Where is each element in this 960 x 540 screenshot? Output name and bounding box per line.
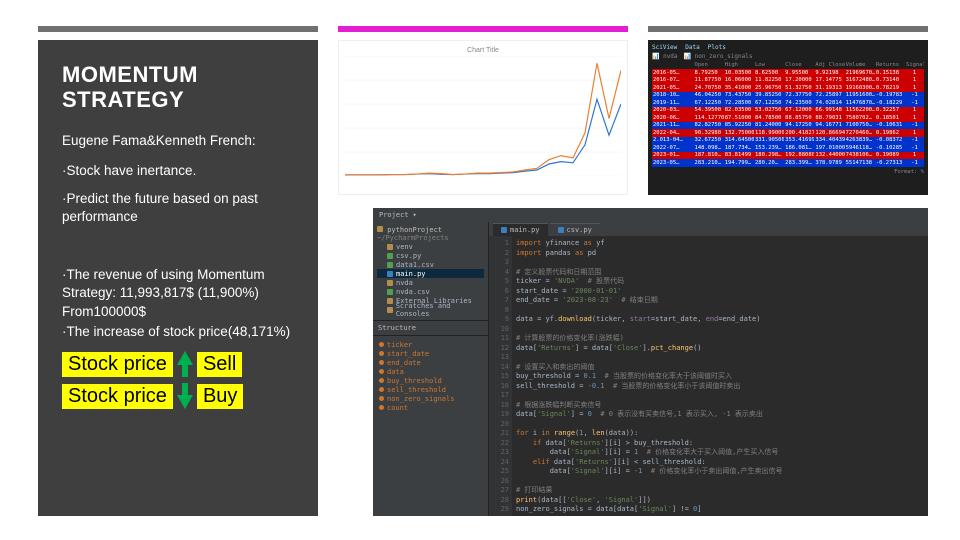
editor-tab[interactable]: main.py [493,223,548,236]
table-row[interactable]: 2020-03…54.3950082.0350053.0275067.12000… [652,107,924,115]
col-header: Adj Close [814,62,844,68]
tree-item[interactable]: nvda.csv [377,287,484,296]
sciview-menu-item[interactable]: Data [685,44,699,51]
tree-item[interactable]: main.py [377,269,484,278]
tree-item[interactable]: csv.py [377,251,484,260]
col-header: Signal [905,62,924,68]
bullet-2: ·Predict the future based on past perfor… [62,190,300,226]
structure-item[interactable]: count [379,403,482,412]
project-tree: pythonProject ~/PycharmProjects venv csv… [373,222,488,321]
tag-area: Stock price Sell Stock price Buy [62,351,300,409]
authors-line: Eugene Fama&Kenneth French: [62,133,300,148]
structure-item[interactable]: ticker [379,340,482,349]
sciview-tab[interactable]: 📊 non_zero_signals [684,53,753,60]
tree-item[interactable]: nvda [377,278,484,287]
table-row[interactable]: 2.013-04…32.67250314.64500331.90500353.4… [652,137,924,145]
accent-bar-left [38,26,318,32]
col-header: Close [784,62,814,68]
chart-plot-area [345,56,621,176]
slide-title: MOMENTUMSTRATEGY [62,62,300,113]
code-lines: import yfinance as yfimport pandas as pd… [512,236,928,516]
table-header: OpenHighLowCloseAdj CloseVolumeReturnsSi… [652,62,924,68]
left-panel: MOMENTUMSTRATEGY Eugene Fama&Kenneth Fre… [38,40,318,516]
col-header: High [724,62,754,68]
ide-panel: Project▾ pythonProject ~/PycharmProjects… [373,208,928,516]
revenue-line-1: ·The revenue of using Momentum Strategy:… [62,266,300,321]
chart-title: Chart Title [345,47,621,54]
arrow-up-icon [177,351,193,377]
structure-item[interactable]: sell_threshold [379,385,482,394]
table-row[interactable]: 2021-11…82.8275085.9225081.2400094.17250… [652,122,924,130]
table-row[interactable]: 2018-10…46.0425073.4375039.8525072.37750… [652,92,924,100]
col-header: Low [754,62,784,68]
tag-row-sell: Stock price Sell [62,351,300,377]
ide-sidebar: pythonProject ~/PycharmProjects venv csv… [373,222,489,516]
sciview-tab[interactable]: 📊 nvda [652,53,678,60]
structure-item[interactable]: data [379,367,482,376]
tree-item[interactable]: data1.csv [377,260,484,269]
structure-header: Structure [373,321,488,336]
structure-item[interactable]: buy_threshold [379,376,482,385]
table-row[interactable]: 2020-06…114.1277087.5100084.7850088.8575… [652,114,924,122]
sciview-menu-item[interactable]: Plots [708,44,726,51]
bullet-1: ·Stock have inertance. [62,162,300,180]
dataframe-panel: SciView Data Plots 📊 nvda 📊 non_zero_signal… [648,40,928,195]
table-row[interactable]: 2023-01…187.810…83.81499180.298…192.8808… [652,152,924,160]
table-footer: Format: % [652,169,924,175]
table-row[interactable]: 2016-05…8.7925010.035008.625009.955009.9… [652,69,924,77]
structure-item[interactable]: non_zero_signals [379,394,482,403]
table-row[interactable]: 2016-07…11.8775016.0600011.8225017.20000… [652,77,924,85]
table-row[interactable]: 2022-04…90.32980132.75000118.99000200.41… [652,129,924,137]
gutter: 1234567891011121314151617181920212223242… [489,236,512,516]
revenue-line-2: ·The increase of stock price(48,171%) [62,323,300,341]
accent-bar-mid [338,26,628,32]
tag-row-buy: Stock price Buy [62,383,300,409]
accent-bar-right [648,26,928,32]
tag-sell: Sell [197,352,242,377]
col-header: Open [694,62,724,68]
tag-stock-price-2: Stock price [62,384,173,409]
structure-list: tickerstart_dateend_datedatabuy_threshol… [373,336,488,416]
sciview-menu: SciView Data Plots [652,44,924,51]
sciview-menu-item[interactable]: SciView [652,44,677,51]
structure-item[interactable]: end_date [379,358,482,367]
slide: MOMENTUMSTRATEGY Eugene Fama&Kenneth Fre… [0,0,960,540]
col-header: Returns [875,62,905,68]
editor-tab[interactable]: csv.py [550,223,600,236]
editor-tabs: main.pycsv.py [489,222,928,236]
tag-stock-price-1: Stock price [62,352,173,377]
table-row[interactable]: 2019-11…67.1225072.2850067.1225074.23500… [652,99,924,107]
table-row[interactable]: 2022-07…148.098…187.734…153.239…186.081…… [652,144,924,152]
col-header [652,62,694,68]
table-row[interactable]: 2021-05…24.7075035.4100025.9675051.32750… [652,84,924,92]
table-row[interactable]: 2023-05…283.210…194.799…280.20…283.399…3… [652,159,924,167]
table-body: 2016-05…8.7925010.035008.625009.955009.9… [652,69,924,167]
structure-item[interactable]: start_date [379,349,482,358]
ide-topbar: Project▾ [373,208,928,222]
col-header: Volume [845,62,875,68]
chart-panel: Chart Title [338,40,628,195]
tag-buy: Buy [197,384,243,409]
sciview-tabs: 📊 nvda 📊 non_zero_signals [652,53,924,60]
arrow-down-icon [177,383,193,409]
code-editor: 1234567891011121314151617181920212223242… [489,236,928,516]
